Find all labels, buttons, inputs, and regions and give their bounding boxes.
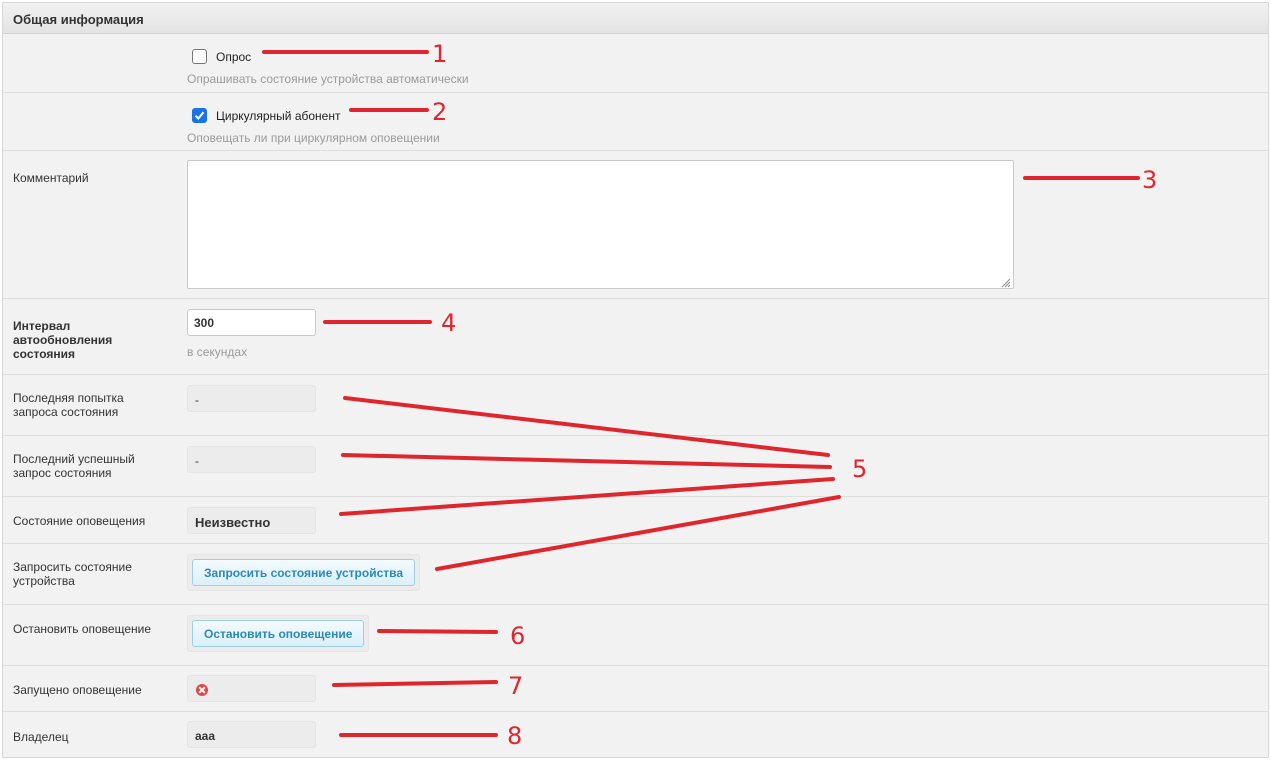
interval-hint: в секундах xyxy=(187,345,248,359)
stop-notify-button-wrap: Остановить оповещение xyxy=(187,615,370,652)
last-success-row: Последний успешный запрос состояния - xyxy=(3,436,1268,497)
stop-notify-label: Остановить оповещение xyxy=(13,622,152,636)
request-state-button-wrap: Запросить состояние устройства xyxy=(187,554,421,591)
circular-row: Циркулярный абонент Оповещать ли при цир… xyxy=(3,93,1268,151)
general-info-panel: Общая информация Опрос Опрашивать состоя… xyxy=(2,2,1269,758)
notify-state-label: Состояние оповещения xyxy=(13,514,146,528)
notify-state-value: Неизвестно xyxy=(187,507,316,534)
poll-row: Опрос Опрашивать состояние устройства ав… xyxy=(3,34,1268,93)
circular-subscriber-checkbox[interactable] xyxy=(192,108,207,123)
last-attempt-label: Последняя попытка запроса состояния xyxy=(13,391,124,419)
interval-row: Интервал автообновления состояния 300 в … xyxy=(3,299,1268,375)
last-attempt-value: - xyxy=(187,385,316,412)
request-state-button[interactable]: Запросить состояние устройства xyxy=(192,559,416,586)
last-success-value: - xyxy=(187,446,316,473)
stop-notify-row: Остановить оповещение Остановить оповеще… xyxy=(3,605,1268,666)
owner-row: Владелец aaa xyxy=(3,712,1268,757)
owner-label: Владелец xyxy=(13,730,69,744)
circular-subscriber-label[interactable]: Циркулярный абонент xyxy=(216,109,340,123)
circular-subscriber-hint: Оповещать ли при циркулярном оповещении xyxy=(187,131,440,145)
notify-started-value xyxy=(187,675,316,702)
comment-label: Комментарий xyxy=(13,171,89,185)
notify-state-row: Состояние оповещения Неизвестно xyxy=(3,497,1268,544)
comment-row: Комментарий xyxy=(3,151,1268,299)
request-state-label: Запросить состояние устройства xyxy=(13,560,132,588)
last-attempt-row: Последняя попытка запроса состояния - xyxy=(3,375,1268,436)
notify-started-label: Запущено оповещение xyxy=(13,683,142,697)
poll-checkbox-label[interactable]: Опрос xyxy=(216,50,251,64)
checkmark-icon xyxy=(194,111,205,120)
resize-grip-icon[interactable] xyxy=(1000,277,1011,288)
error-circle-icon xyxy=(196,684,208,696)
last-success-label: Последний успешный запрос состояния xyxy=(13,452,135,480)
panel-title: Общая информация xyxy=(3,3,1268,34)
owner-value: aaa xyxy=(187,721,316,748)
interval-label: Интервал автообновления состояния xyxy=(13,319,113,361)
poll-checkbox[interactable] xyxy=(192,49,207,64)
interval-input[interactable]: 300 xyxy=(187,309,316,336)
comment-textarea[interactable] xyxy=(187,160,1014,289)
request-state-row: Запросить состояние устройства Запросить… xyxy=(3,544,1268,605)
poll-hint: Опрашивать состояние устройства автомати… xyxy=(187,72,469,86)
stop-notify-button[interactable]: Остановить оповещение xyxy=(192,620,365,647)
notify-started-row: Запущено оповещение xyxy=(3,666,1268,712)
